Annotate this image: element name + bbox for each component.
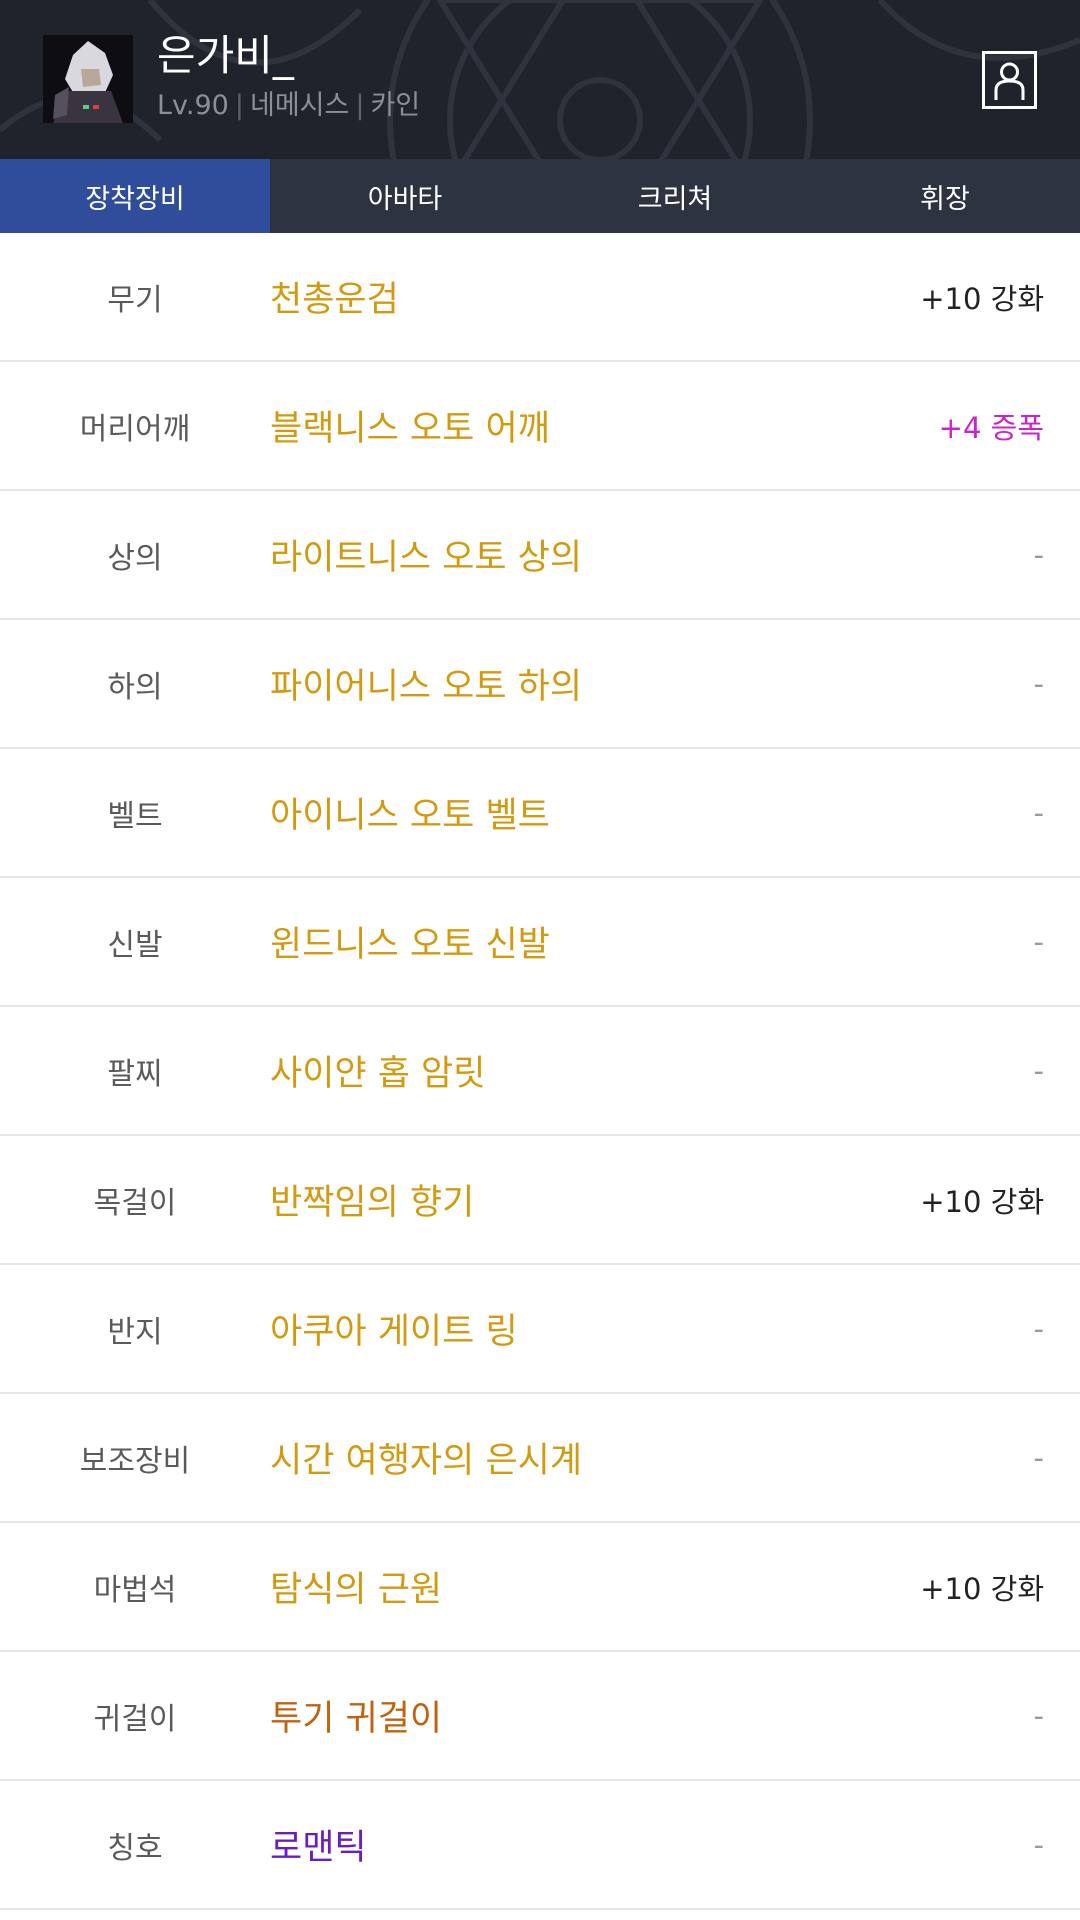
- character-portrait-icon: [43, 35, 133, 123]
- equipment-upgrade-status: -: [1033, 795, 1044, 830]
- equipment-item-name[interactable]: 투기 귀걸이: [270, 1690, 1080, 1741]
- equipment-tabs: 장착장비 아바타 크리쳐 휘장: [0, 159, 1080, 233]
- character-header: 은가비_ Lv.90 | 네메시스 | 카인: [0, 0, 1080, 159]
- equipment-row[interactable]: 머리어깨 블랙니스 오토 어깨 +4 증폭: [0, 362, 1080, 491]
- equipment-slot-label: 벨트: [107, 798, 163, 834]
- equipment-slot-label: 머리어깨: [79, 411, 191, 447]
- equipment-item-name[interactable]: 아이니스 오토 벨트: [270, 787, 1080, 838]
- equipment-item-name[interactable]: 윈드니스 오토 신발: [270, 916, 1080, 967]
- equipment-slot-label: 마법석: [93, 1572, 177, 1608]
- equipment-slot-label: 무기: [107, 282, 163, 318]
- equipment-upgrade-status: -: [1033, 537, 1044, 572]
- equipment-row[interactable]: 칭호 로맨틱 -: [0, 1781, 1080, 1910]
- separator: |: [234, 90, 244, 121]
- equipment-slot-label: 상의: [107, 540, 163, 576]
- character-level: Lv.90: [157, 90, 229, 121]
- equipment-row[interactable]: 귀걸이 투기 귀걸이 -: [0, 1652, 1080, 1781]
- equipment-upgrade-status: +10 강화: [920, 281, 1044, 316]
- user-profile-icon: [994, 62, 1025, 100]
- equipment-upgrade-status: -: [1033, 1698, 1044, 1733]
- equipment-row[interactable]: 신발 윈드니스 오토 신발 -: [0, 878, 1080, 1007]
- equipment-item-name[interactable]: 파이어니스 오토 하의: [270, 658, 1080, 709]
- character-server: 카인: [370, 90, 421, 121]
- profile-button[interactable]: [982, 51, 1037, 109]
- equipment-slot-label: 하의: [107, 669, 163, 705]
- equipment-upgrade-status: -: [1033, 1827, 1044, 1862]
- tab-creature[interactable]: 크리쳐: [540, 159, 810, 233]
- character-info: Lv.90 | 네메시스 | 카인: [157, 89, 420, 123]
- equipment-upgrade-status: -: [1033, 1440, 1044, 1475]
- equipment-item-name[interactable]: 시간 여행자의 은시계: [270, 1432, 1080, 1483]
- character-avatar: [43, 35, 133, 123]
- equipment-item-name[interactable]: 아쿠아 게이트 링: [270, 1303, 1080, 1354]
- equipment-slot-label: 귀걸이: [93, 1701, 177, 1737]
- tab-emblem[interactable]: 휘장: [810, 159, 1080, 233]
- tab-equipped-gear[interactable]: 장착장비: [0, 159, 270, 233]
- equipment-item-name[interactable]: 라이트니스 오토 상의: [270, 529, 1080, 580]
- equipment-item-name[interactable]: 로맨틱: [270, 1819, 1080, 1870]
- equipment-slot-label: 신발: [107, 927, 163, 963]
- equipment-slot-label: 반지: [107, 1314, 163, 1350]
- equipment-row[interactable]: 팔찌 사이얀 홉 암릿 -: [0, 1007, 1080, 1136]
- equipment-row[interactable]: 반지 아쿠아 게이트 링-: [0, 1265, 1080, 1394]
- character-job: 네메시스: [249, 90, 350, 121]
- equipment-upgrade-status: -: [1033, 924, 1044, 959]
- equipment-slot-label: 목걸이: [93, 1185, 177, 1221]
- equipment-upgrade-status: +10 강화: [920, 1184, 1044, 1219]
- equipment-row[interactable]: 상의 라이트니스 오토 상의 -: [0, 491, 1080, 620]
- equipment-upgrade-status: -: [1033, 1053, 1044, 1088]
- equipment-row[interactable]: 마법석 탐식의 근원 +10 강화: [0, 1523, 1080, 1652]
- equipment-row[interactable]: 목걸이 반짝임의 향기 +10 강화: [0, 1136, 1080, 1265]
- tab-avatar[interactable]: 아바타: [270, 159, 540, 233]
- equipment-slot-label: 보조장비: [79, 1443, 191, 1479]
- equipment-upgrade-status: -: [1033, 1311, 1044, 1346]
- equipment-row[interactable]: 벨트 아이니스 오토 벨트 -: [0, 749, 1080, 878]
- equipment-item-name[interactable]: 사이얀 홉 암릿: [270, 1045, 1080, 1096]
- equipment-row[interactable]: 무기 천총운검 +10 강화: [0, 233, 1080, 362]
- character-name: 은가비_: [157, 31, 294, 80]
- separator: |: [355, 90, 365, 121]
- equipment-upgrade-status: +10 강화: [920, 1571, 1044, 1606]
- equipment-upgrade-status: +4 증폭: [938, 410, 1044, 445]
- equipment-list: 무기 천총운검 +10 강화 머리어깨 블랙니스 오토 어깨 +4 증폭상의 라이트니스 오…: [0, 233, 1080, 1910]
- equipment-row[interactable]: 하의 파이어니스 오토 하의 -: [0, 620, 1080, 749]
- equipment-slot-label: 팔찌: [107, 1056, 163, 1092]
- equipment-upgrade-status: -: [1033, 666, 1044, 701]
- equipment-row[interactable]: 보조장비 시간 여행자의 은시계 -: [0, 1394, 1080, 1523]
- equipment-slot-label: 칭호: [107, 1830, 163, 1866]
